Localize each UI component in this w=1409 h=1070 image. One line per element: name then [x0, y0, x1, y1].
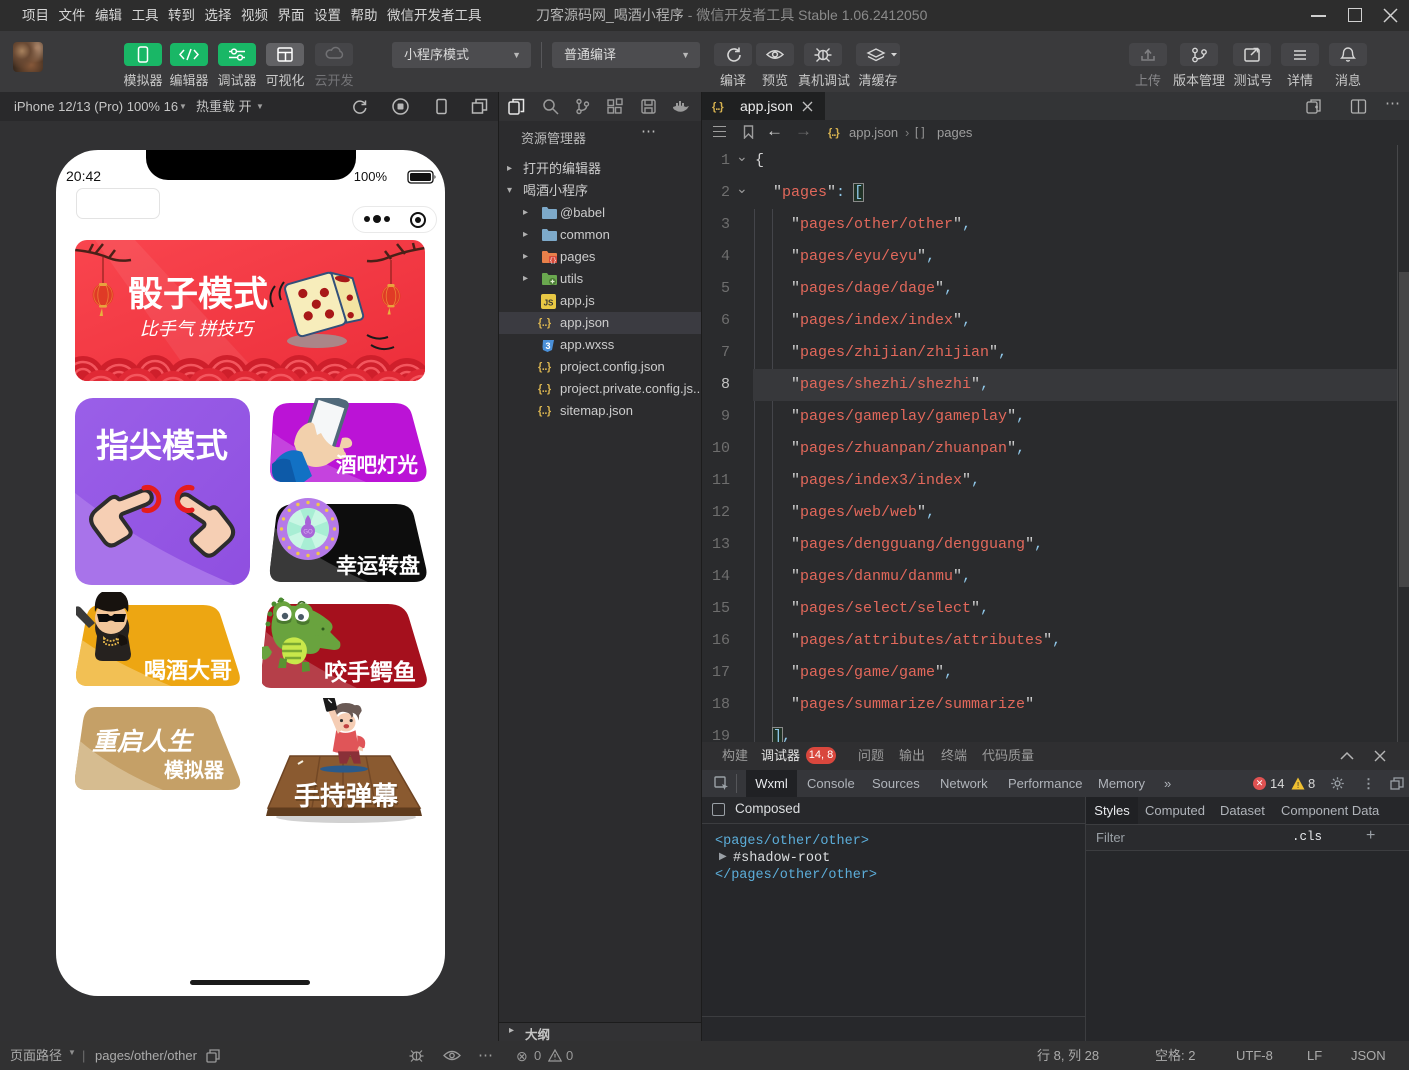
svg-text:咬手鳄鱼: 咬手鳄鱼	[324, 659, 416, 685]
svg-text:JS: JS	[544, 299, 554, 308]
svg-text:{}: {}	[549, 257, 556, 264]
svg-text:GO: GO	[303, 530, 313, 536]
svg-text:!: !	[1297, 780, 1299, 790]
svg-text:模拟器: 模拟器	[164, 758, 225, 782]
svg-text:骰子模式: 骰子模式	[128, 275, 268, 314]
svg-text:幸运转盘: 幸运转盘	[336, 554, 420, 578]
svg-text:比手气 拼技巧: 比手气 拼技巧	[140, 319, 255, 339]
svg-text:酒吧灯光: 酒吧灯光	[336, 453, 418, 477]
svg-text:3: 3	[545, 341, 550, 351]
svg-text:手持弹幕: 手持弹幕	[294, 781, 399, 811]
svg-text:喝酒大哥: 喝酒大哥	[144, 658, 232, 683]
svg-text:重启人生: 重启人生	[92, 728, 195, 756]
svg-text:指尖模式: 指尖模式	[96, 427, 228, 464]
